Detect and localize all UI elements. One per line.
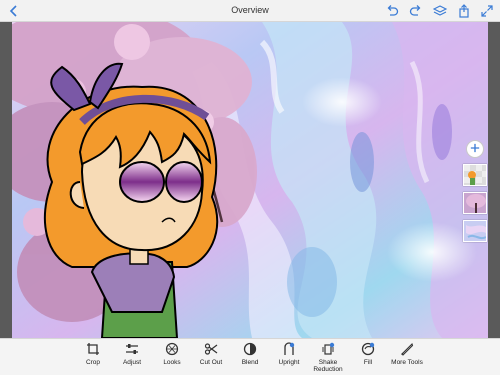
tool-label: Upright bbox=[278, 359, 300, 366]
expand-icon[interactable] bbox=[479, 3, 495, 19]
scissors-icon bbox=[204, 343, 218, 355]
tool-label: Blend bbox=[241, 359, 259, 366]
layer-rail bbox=[460, 140, 490, 242]
top-bar: Overview bbox=[0, 0, 500, 22]
blend-icon bbox=[243, 342, 257, 356]
layers-icon[interactable] bbox=[432, 3, 448, 19]
tool-label: Cut Out bbox=[199, 359, 223, 366]
tool-shake-reduction[interactable]: Shake Reduction bbox=[306, 342, 350, 373]
tool-label: Looks bbox=[163, 359, 181, 366]
photo-canvas[interactable] bbox=[12, 22, 488, 338]
looks-icon bbox=[165, 342, 179, 356]
upright-icon bbox=[284, 342, 295, 355]
tool-label: More Tools bbox=[391, 359, 423, 366]
app-window: Overview Crop Adjust Looks Cut Out Blend… bbox=[0, 0, 500, 375]
layer-thumbnail-blossom[interactable] bbox=[463, 192, 487, 214]
tool-adjust[interactable]: Adjust bbox=[110, 342, 154, 366]
tool-crop[interactable]: Crop bbox=[71, 342, 115, 366]
tool-label: Fill bbox=[363, 359, 373, 366]
page-title: Overview bbox=[231, 5, 269, 15]
plus-icon bbox=[470, 140, 480, 158]
canvas-area[interactable] bbox=[0, 22, 500, 338]
share-icon[interactable] bbox=[456, 3, 472, 19]
tool-label: Shake Reduction bbox=[313, 359, 343, 373]
shake-reduction-icon bbox=[322, 342, 335, 355]
tool-label: Crop bbox=[85, 359, 101, 366]
tool-fill[interactable]: Fill bbox=[346, 342, 390, 366]
tool-looks[interactable]: Looks bbox=[150, 342, 194, 366]
composite-image bbox=[12, 22, 488, 338]
bottom-toolbar: Crop Adjust Looks Cut Out Blend Upright … bbox=[0, 338, 500, 375]
tool-cut-out[interactable]: Cut Out bbox=[189, 342, 233, 366]
tool-upright[interactable]: Upright bbox=[267, 342, 311, 366]
layer-thumbnail-character[interactable] bbox=[463, 164, 487, 186]
more-tools-icon bbox=[401, 342, 414, 356]
tool-label: Adjust bbox=[122, 359, 142, 366]
add-layer-button[interactable] bbox=[466, 140, 484, 158]
layer-thumbnail-background[interactable] bbox=[463, 220, 487, 242]
sliders-icon bbox=[126, 344, 138, 354]
fill-icon bbox=[361, 342, 375, 356]
tool-blend[interactable]: Blend bbox=[228, 342, 272, 366]
tool-more-tools[interactable]: More Tools bbox=[385, 342, 429, 366]
undo-icon[interactable] bbox=[384, 3, 400, 19]
redo-icon[interactable] bbox=[408, 3, 424, 19]
crop-icon bbox=[87, 343, 99, 355]
